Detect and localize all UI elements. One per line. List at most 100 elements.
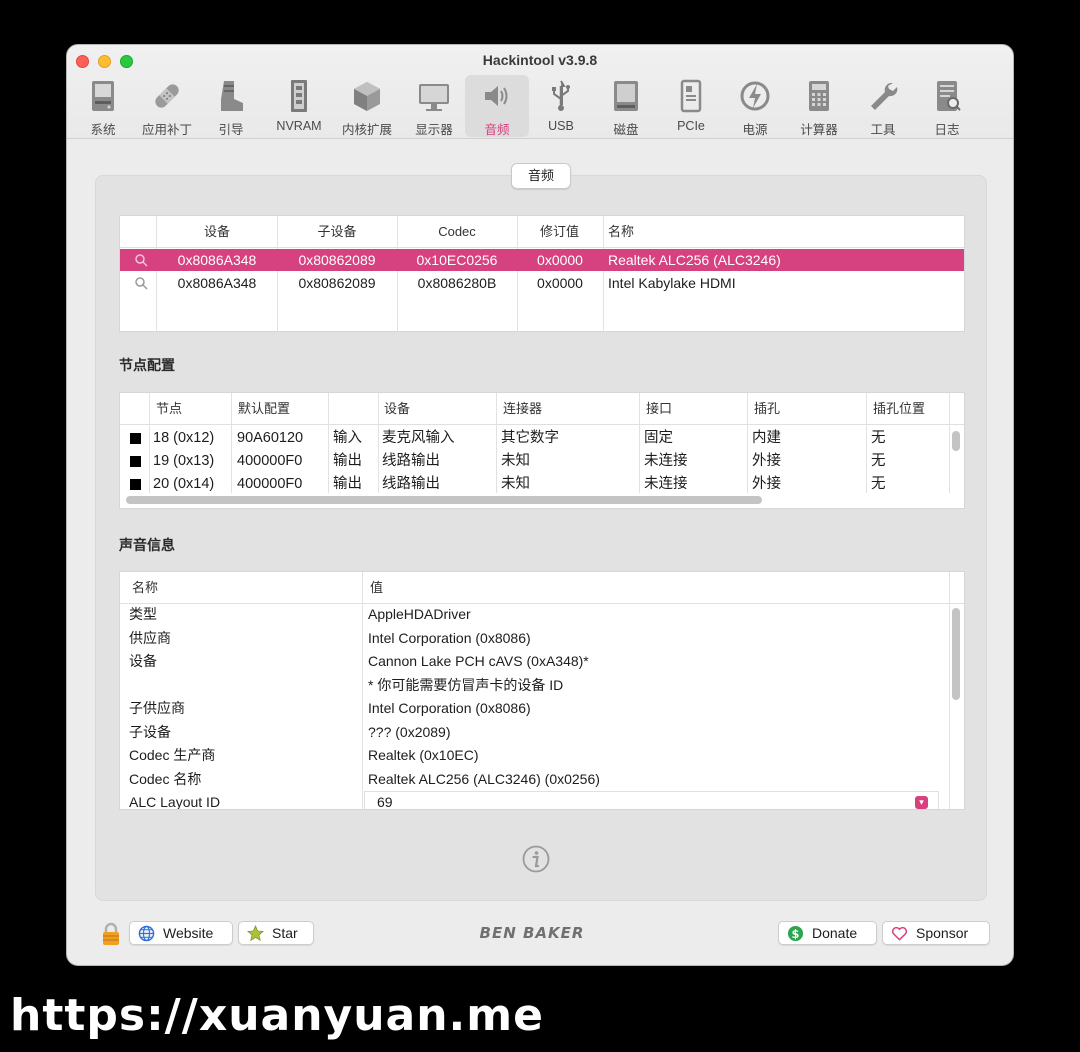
- horizontal-scrollbar[interactable]: [126, 496, 762, 504]
- col-value[interactable]: 值: [370, 572, 383, 604]
- alc-layout-id-select[interactable]: 69 ▾: [364, 791, 939, 810]
- donate-button[interactable]: $ Donate: [778, 921, 877, 945]
- tab-nvram[interactable]: NVRAM: [267, 75, 331, 137]
- tab-system[interactable]: 系统: [71, 75, 135, 137]
- col-name[interactable]: 名称: [132, 572, 158, 604]
- cube-icon: [354, 82, 380, 111]
- tab-label: USB: [548, 119, 574, 133]
- table-row[interactable]: 类型 AppleHDADriver: [120, 603, 950, 627]
- table-row[interactable]: 19 (0x13) 400000F0 输出 线路输出 未知 未连接 外接 无: [120, 450, 950, 473]
- tab-label: 应用补丁: [141, 123, 192, 137]
- watermark-url: https://xuanyuan.me: [10, 990, 544, 1041]
- col-connector[interactable]: 连接器: [503, 393, 542, 425]
- color-swatch: [130, 479, 141, 490]
- info-name: 类型: [129, 606, 157, 622]
- disk-icon: [614, 81, 638, 111]
- col-codec[interactable]: Codec: [397, 216, 517, 248]
- sponsor-label: Sponsor: [916, 925, 969, 941]
- wrench-icon: [871, 82, 898, 110]
- sponsor-button[interactable]: Sponsor: [882, 921, 990, 945]
- tab-label: 系统: [90, 123, 116, 137]
- tab-label: 显示器: [415, 123, 453, 137]
- col-subdevice[interactable]: 子设备: [277, 216, 397, 248]
- tab-label: 内核扩展: [341, 123, 392, 137]
- col-revision[interactable]: 修订值: [517, 216, 602, 248]
- info-name: Codec 名称: [129, 770, 202, 787]
- app-window: Hackintool v3.9.8 系统 应用补丁 引导 NVRAM 内核扩展 …: [66, 44, 1014, 966]
- boot-icon: [221, 81, 243, 111]
- panel-tab-audio[interactable]: 音频: [511, 163, 571, 189]
- table-header: 设备 子设备 Codec 修订值 名称: [120, 216, 964, 248]
- cell-device: 线路输出: [382, 453, 440, 469]
- audio-devices-table[interactable]: 设备 子设备 Codec 修订值 名称 0x8086A348 0x8086208…: [119, 215, 965, 332]
- cell-default-config: 90A60120: [237, 430, 304, 446]
- tab-label: NVRAM: [276, 119, 322, 133]
- col-jack[interactable]: 插孔: [754, 393, 780, 425]
- table-row[interactable]: 18 (0x12) 90A60120 输入 麦克风输入 其它数字 固定 内建 无: [120, 427, 950, 450]
- info-icon[interactable]: [522, 845, 550, 873]
- tab-calculator[interactable]: 计算器: [787, 75, 851, 137]
- chevron-down-icon[interactable]: ▾: [915, 796, 928, 809]
- table-row[interactable]: 0x8086A348 0x80862089 0x10EC0256 0x0000 …: [120, 249, 964, 271]
- vertical-scrollbar[interactable]: [952, 431, 960, 451]
- tab-boot[interactable]: 引导: [199, 75, 263, 137]
- info-value: Realtek (0x10EC): [368, 747, 479, 763]
- audio-info-table[interactable]: 名称 值 类型 AppleHDADriver 供应商 Intel Corpora…: [119, 571, 965, 810]
- tab-power[interactable]: 电源: [723, 75, 787, 137]
- tab-tools[interactable]: 工具: [851, 75, 915, 137]
- website-button[interactable]: Website: [129, 921, 233, 945]
- table-row[interactable]: Codec 生产商 Realtek (0x10EC): [120, 744, 950, 768]
- cell-port: 未连接: [644, 476, 688, 492]
- table-row[interactable]: 供应商 Intel Corporation (0x8086): [120, 627, 950, 651]
- table-row[interactable]: 0x8086A348 0x80862089 0x8086280B 0x0000 …: [120, 272, 964, 294]
- tab-label: 磁盘: [613, 123, 639, 137]
- pcie-card-icon: [680, 79, 702, 113]
- table-row[interactable]: 设备 Cannon Lake PCH cAVS (0xA348)*: [120, 650, 950, 674]
- cell-codec: 0x10EC0256: [416, 252, 498, 268]
- tab-label: 音频: [484, 123, 510, 137]
- section-title-audio-info: 声音信息: [119, 537, 175, 553]
- speaker-icon: [485, 86, 508, 106]
- log-icon: [937, 81, 961, 111]
- col-default-config[interactable]: 默认配置: [238, 393, 290, 425]
- cell-device: 麦克风输入: [382, 430, 455, 446]
- cell-location: 无: [871, 453, 886, 469]
- tab-displays[interactable]: 显示器: [402, 75, 466, 137]
- tab-disks[interactable]: 磁盘: [594, 75, 658, 137]
- table-row[interactable]: 子供应商 Intel Corporation (0x8086): [120, 697, 950, 721]
- tab-usb[interactable]: USB: [529, 75, 593, 137]
- table-row[interactable]: Codec 名称 Realtek ALC256 (ALC3246) (0x025…: [120, 768, 950, 792]
- cell-device: 线路输出: [382, 476, 440, 492]
- power-icon: [740, 81, 770, 111]
- col-node[interactable]: 节点: [156, 393, 182, 425]
- window-title: Hackintool v3.9.8: [482, 52, 598, 68]
- cell-location: 无: [871, 430, 886, 446]
- tab-kexts[interactable]: 内核扩展: [335, 75, 399, 137]
- table-row[interactable]: 子设备 ??? (0x2089): [120, 721, 950, 745]
- cell-subdevice: 0x80862089: [298, 252, 376, 268]
- monitor-icon: [419, 84, 449, 111]
- magnifier-icon[interactable]: [134, 276, 148, 290]
- table-row[interactable]: 20 (0x14) 400000F0 输出 线路输出 未知 未连接 外接 无: [120, 473, 950, 496]
- node-config-table[interactable]: 节点 默认配置 设备 连接器 接口 插孔 插孔位置 18 (0x12) 90A6…: [119, 392, 965, 509]
- col-name[interactable]: 名称: [608, 216, 668, 248]
- tab-label: 计算器: [800, 123, 838, 137]
- table-row[interactable]: * 你可能需要仿冒声卡的设备 ID: [120, 674, 950, 698]
- lock-icon[interactable]: [101, 922, 121, 946]
- star-button[interactable]: Star: [238, 921, 314, 945]
- alc-layout-id-value: 69: [377, 794, 393, 810]
- cell-connector: 未知: [501, 453, 530, 469]
- tab-audio[interactable]: 音频: [465, 75, 529, 137]
- col-location[interactable]: 插孔位置: [873, 393, 925, 425]
- tab-patch[interactable]: 应用补丁: [135, 75, 199, 137]
- info-value: ??? (0x2089): [368, 723, 451, 740]
- cell-node: 18 (0x12): [153, 430, 215, 446]
- magnifier-icon[interactable]: [134, 253, 148, 267]
- cell-direction: 输出: [333, 453, 362, 469]
- tab-logs[interactable]: 日志: [915, 75, 979, 137]
- vertical-scrollbar[interactable]: [952, 608, 960, 700]
- tab-pcie[interactable]: PCIe: [659, 75, 723, 137]
- col-port[interactable]: 接口: [646, 393, 672, 425]
- col-device[interactable]: 设备: [157, 216, 277, 248]
- col-device[interactable]: 设备: [384, 393, 410, 425]
